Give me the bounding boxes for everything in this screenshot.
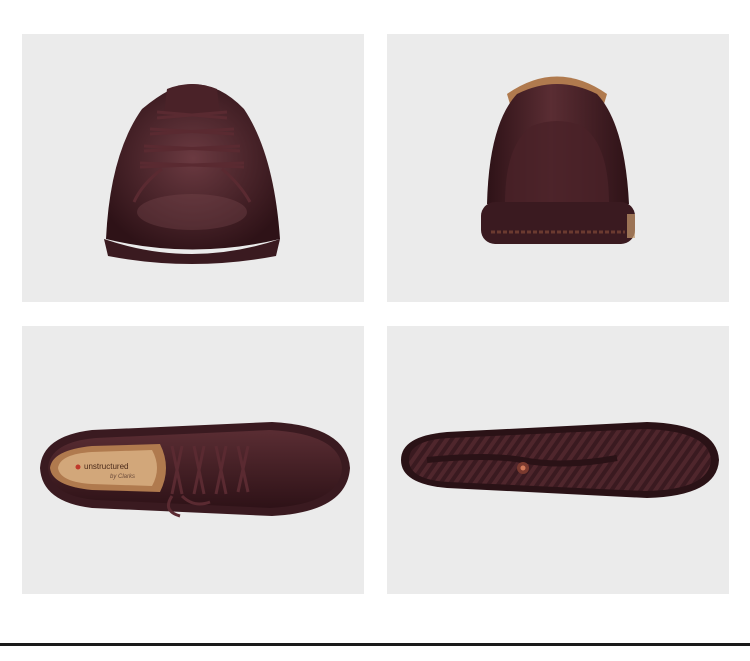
back-view-image[interactable] bbox=[387, 34, 729, 302]
top-view-image[interactable]: unstructured by Clarks bbox=[22, 326, 364, 594]
brand-logo-icon bbox=[75, 464, 81, 470]
shoe-front-svg bbox=[104, 84, 280, 264]
shoe-back-svg bbox=[481, 76, 635, 244]
sole-view-image[interactable] bbox=[387, 326, 729, 594]
insole-logo-text: unstructured bbox=[84, 462, 128, 471]
shoe-top-svg: unstructured by Clarks bbox=[40, 422, 350, 518]
bottom-divider bbox=[0, 643, 750, 646]
insole-brand-text: by Clarks bbox=[110, 474, 135, 480]
front-view-image[interactable] bbox=[22, 34, 364, 302]
shoe-sole-svg bbox=[401, 422, 719, 498]
